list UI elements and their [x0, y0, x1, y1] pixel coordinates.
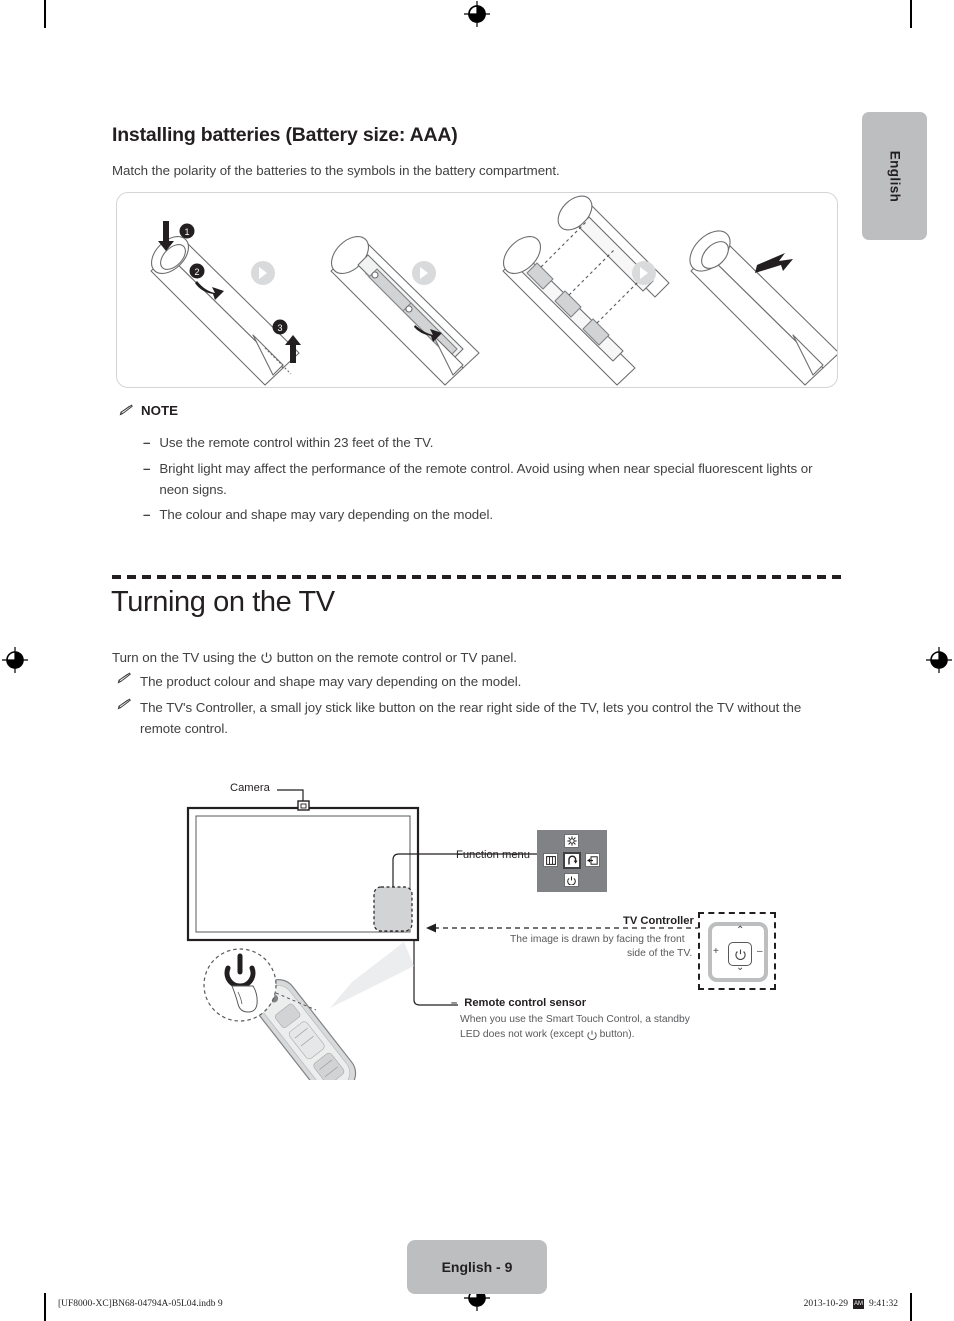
print-date: 2013-10-29	[803, 1299, 848, 1309]
return-icon[interactable]	[563, 852, 581, 869]
turn-on-note-text: The TV's Controller, a small joy stick l…	[140, 700, 802, 736]
tv-camera	[297, 800, 310, 811]
sensor-leader-line	[413, 940, 458, 1006]
tv-controller-volume-down-button[interactable]: –	[757, 946, 763, 957]
note-bullet-3: – The colour and shape may vary dependin…	[143, 505, 843, 526]
crop-mark-bottom-right	[910, 1293, 912, 1321]
tv-controller-volume-up-button[interactable]: +	[713, 946, 719, 957]
print-timestamp: 2013-10-29 AM 9:41:32	[804, 1299, 898, 1309]
note-label: NOTE	[141, 403, 178, 418]
tv-controller-power-button[interactable]	[728, 942, 752, 966]
section-title-turning-on-the-tv: Turning on the TV	[111, 586, 335, 618]
bullet-dash: –	[143, 435, 151, 450]
svg-text:2: 2	[194, 267, 199, 277]
registration-mark-left	[2, 647, 28, 673]
turn-on-text-before: Turn on the TV using the	[112, 650, 257, 665]
function-menu-label: Function menu	[456, 849, 531, 861]
settings-icon[interactable]	[564, 834, 579, 848]
batteries-intro-text: Match the polarity of the batteries to t…	[112, 163, 560, 178]
note-bullet-2: – Bright light may affect the performanc…	[143, 459, 843, 500]
svg-text:3: 3	[277, 323, 282, 333]
crop-mark-top-left	[44, 0, 46, 28]
registration-mark-right	[926, 647, 952, 673]
turn-on-note-2: The TV's Controller, a small joy stick l…	[116, 698, 842, 739]
print-file-info: [UF8000-XC]BN68-04794A-05L04.indb 9	[58, 1299, 223, 1309]
note-heading: NOTE	[118, 403, 178, 418]
turn-on-instruction: Turn on the TV using the button on the r…	[112, 648, 517, 669]
section-divider	[112, 575, 842, 579]
language-tab-label: English	[887, 150, 902, 202]
note-pencil-icon	[116, 672, 131, 685]
manual-page: English Installing batteries (Battery si…	[0, 0, 954, 1321]
remote-control-sensor-label: Remote control sensor	[464, 997, 587, 1009]
print-time: 9:41:32	[868, 1299, 898, 1309]
note-bullet-text: Use the remote control within 23 feet of…	[159, 435, 434, 450]
turn-on-text-after: button on the remote control or TV panel…	[276, 650, 517, 665]
page-title-installing-batteries: Installing batteries (Battery size: AAA)	[112, 124, 458, 146]
note-bullet-1: – Use the remote control within 23 feet …	[143, 433, 843, 454]
time-marker-glyph: AM	[852, 1299, 864, 1309]
turn-on-note-1: The product colour and shape may vary de…	[116, 672, 842, 693]
page-number-badge: English - 9	[407, 1240, 547, 1294]
note-pencil-icon	[118, 404, 133, 417]
crop-mark-bottom-left	[44, 1293, 46, 1321]
bullet-dash: –	[451, 997, 458, 1009]
step-separator-arrow	[251, 261, 656, 285]
sensor-text-line2: LED does not work (except button).	[460, 1029, 635, 1040]
function-menu-panel	[537, 830, 607, 892]
turn-on-note-text: The product colour and shape may vary de…	[140, 674, 522, 689]
registration-mark-top	[464, 1, 490, 27]
sensor-text-before-icon: LED does not work (except	[460, 1029, 584, 1040]
source-icon[interactable]	[585, 853, 600, 867]
battery-installation-illustration: 1 2 3	[116, 192, 838, 388]
page-number-label: English - 9	[441, 1259, 513, 1275]
sensor-text-line1: When you use the Smart Touch Control, a …	[460, 1014, 690, 1025]
power-icon	[734, 949, 746, 960]
power-icon	[261, 652, 272, 663]
menu-icon[interactable]	[543, 853, 558, 867]
bullet-dash: –	[143, 507, 151, 522]
power-icon	[586, 1030, 597, 1040]
svg-text:1: 1	[184, 227, 189, 237]
tv-controller-pad: ⌃ + – ⌄	[708, 922, 768, 982]
tv-controller-label: TV Controller	[623, 915, 694, 927]
language-tab: English	[862, 112, 927, 240]
remote-control-sensor-caption: – Remote control sensor	[451, 997, 586, 1009]
tv-controller-note-line1: The image is drawn by facing the front	[510, 934, 685, 945]
function-menu-region	[373, 886, 413, 932]
bullet-dash: –	[143, 461, 151, 476]
note-bullet-text: Bright light may affect the performance …	[159, 461, 813, 497]
sensor-text-after-icon: button).	[599, 1029, 635, 1040]
power-icon[interactable]	[564, 873, 579, 887]
camera-leader-line	[277, 789, 304, 801]
note-pencil-icon	[116, 698, 131, 711]
note-bullet-text: The colour and shape may vary depending …	[159, 507, 494, 522]
tv-controller-diagram: ⌃ + – ⌄	[698, 912, 776, 990]
camera-label: Camera	[230, 782, 270, 794]
crop-mark-top-right	[910, 0, 912, 28]
tv-controller-up-button[interactable]: ⌃	[736, 925, 744, 936]
tv-controller-note-line2: side of the TV.	[627, 948, 693, 959]
ir-beam	[330, 942, 414, 1008]
